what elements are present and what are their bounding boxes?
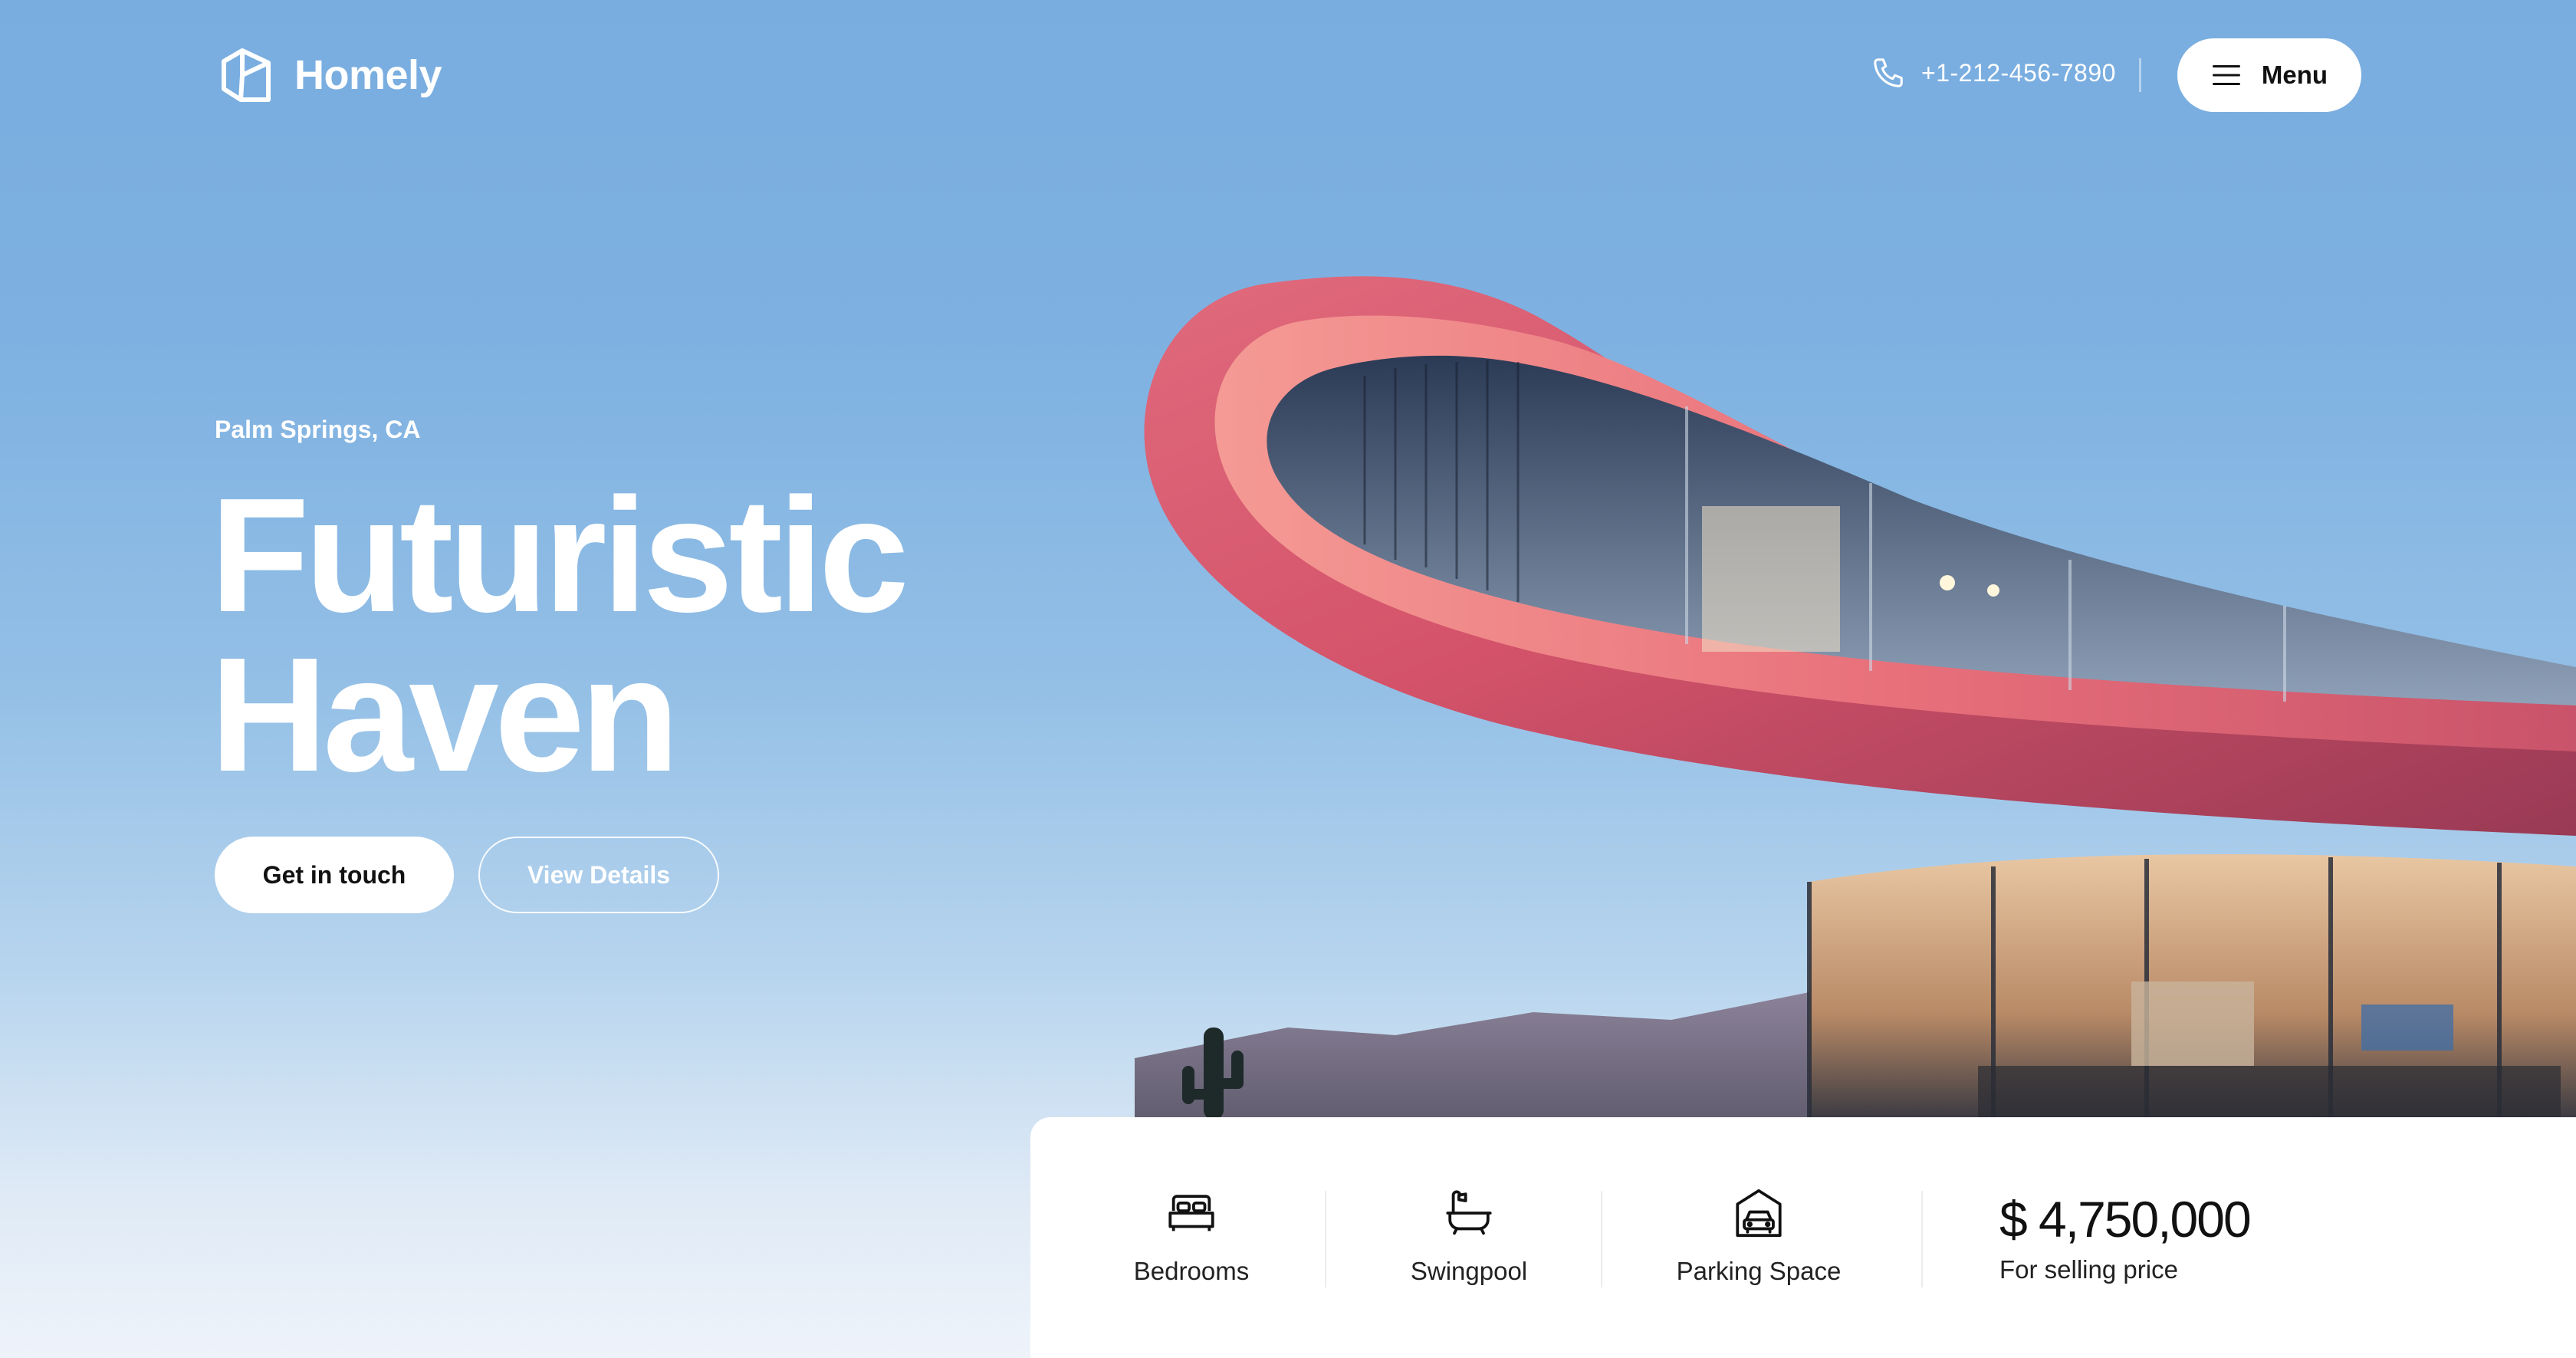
phone-contact[interactable]: +1-212-456-7890	[1871, 55, 2116, 90]
stat-label: Swingpool	[1410, 1257, 1528, 1285]
location-label: Palm Springs, CA	[215, 416, 421, 443]
view-details-button[interactable]: View Details	[478, 837, 719, 913]
phone-icon	[1874, 58, 1903, 87]
stat-parking-space: Parking Space	[1673, 1186, 1845, 1286]
hero-title-line-2: Haven	[210, 623, 679, 805]
menu-label: Menu	[2261, 61, 2328, 89]
header-divider	[2139, 58, 2141, 92]
brand-logo[interactable]: Homely	[216, 44, 442, 106]
stat-divider	[1325, 1191, 1326, 1287]
stat-label: Bedrooms	[1133, 1257, 1250, 1285]
house-logo-icon	[222, 48, 271, 102]
hamburger-icon	[2212, 65, 2240, 85]
garage-car-icon	[1736, 1189, 1782, 1238]
price-value: $ 4,750,000	[1999, 1191, 2252, 1248]
bed-icon	[1168, 1195, 1214, 1231]
menu-button[interactable]: Menu	[2177, 38, 2361, 112]
stat-divider	[1921, 1191, 1923, 1287]
hero-title: Futuristic Haven	[210, 464, 909, 805]
stat-label: Parking Space	[1676, 1257, 1842, 1285]
get-in-touch-button[interactable]: Get in touch	[215, 837, 454, 913]
phone-number: +1-212-456-7890	[1921, 58, 2116, 87]
price-block: $ 4,750,000 For selling price	[1999, 1191, 2252, 1284]
price-label: For selling price	[1999, 1255, 2178, 1284]
stat-divider	[1601, 1191, 1602, 1287]
bathtub-icon	[1446, 1190, 1492, 1235]
stat-swimming-pool: Swingpool	[1400, 1186, 1538, 1286]
brand-name: Homely	[294, 52, 442, 98]
house-image	[1135, 276, 2576, 1120]
stat-bedrooms: Bedrooms	[1130, 1186, 1253, 1286]
hero-title-line-1: Futuristic	[210, 464, 909, 646]
property-stats-card: Bedrooms Swingpool Parking Space $ 4,750…	[1030, 1117, 2576, 1358]
